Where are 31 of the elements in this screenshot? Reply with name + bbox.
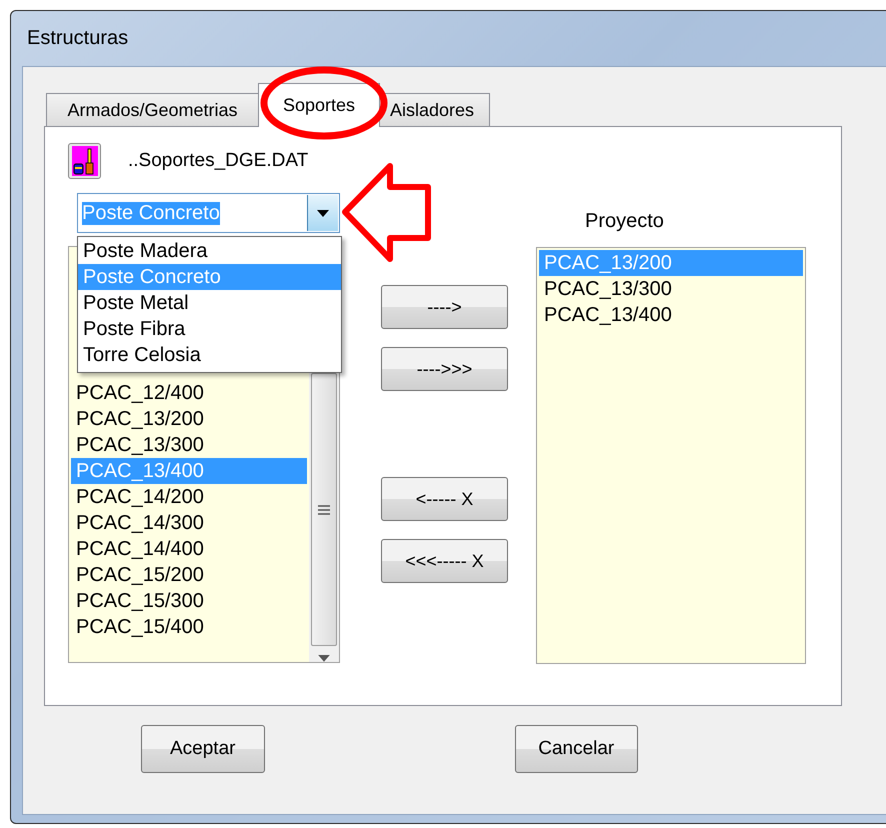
file-name: ..Soportes_DGE.DAT xyxy=(128,150,308,172)
transfer-button[interactable]: ---->>> xyxy=(381,347,508,391)
scroll-down-icon[interactable] xyxy=(318,655,330,662)
list-item[interactable]: PCAC_14/300 xyxy=(71,510,307,536)
transfer-button[interactable]: <<<----- X xyxy=(381,539,508,583)
dropdown-option[interactable]: Torre Celosia xyxy=(78,342,341,368)
list-item[interactable]: PCAC_13/400 xyxy=(539,302,803,328)
list-item[interactable]: PCAC_14/200 xyxy=(71,484,307,510)
list-item[interactable]: PCAC_15/400 xyxy=(71,614,307,640)
structure-icon[interactable] xyxy=(68,143,101,179)
transfer-button[interactable]: <----- X xyxy=(381,477,508,521)
window-title: Estructuras xyxy=(27,27,128,50)
list-item[interactable]: PCAC_15/200 xyxy=(71,562,307,588)
cancel-button[interactable]: Cancelar xyxy=(514,725,638,773)
dropdown-option[interactable]: Poste Fibra xyxy=(78,316,341,342)
list-item[interactable]: PCAC_13/300 xyxy=(539,276,803,302)
dropdown-value: Poste Concreto xyxy=(82,202,220,224)
list-item[interactable]: PCAC_13/300 xyxy=(71,432,307,458)
list-item[interactable]: PCAC_14/400 xyxy=(71,536,307,562)
accept-button[interactable]: Aceptar xyxy=(141,725,264,773)
tab[interactable]: Armados/Geometrias xyxy=(46,93,259,127)
list-item[interactable]: PCAC_13/200 xyxy=(71,406,307,432)
list-label: Proyecto xyxy=(585,210,665,233)
list-item[interactable]: PCAC_15/300 xyxy=(71,588,307,614)
list-item[interactable]: PCAC_12/400 xyxy=(71,380,307,406)
scrollbar-thumb[interactable] xyxy=(311,373,337,646)
dropdown-caret-icon[interactable] xyxy=(306,195,338,231)
dropdown-option[interactable]: Poste Metal xyxy=(78,290,341,316)
dropdown-option[interactable]: Poste Madera xyxy=(78,238,341,264)
tab[interactable]: Aisladores xyxy=(379,93,490,127)
transfer-button[interactable]: ----> xyxy=(381,285,508,329)
